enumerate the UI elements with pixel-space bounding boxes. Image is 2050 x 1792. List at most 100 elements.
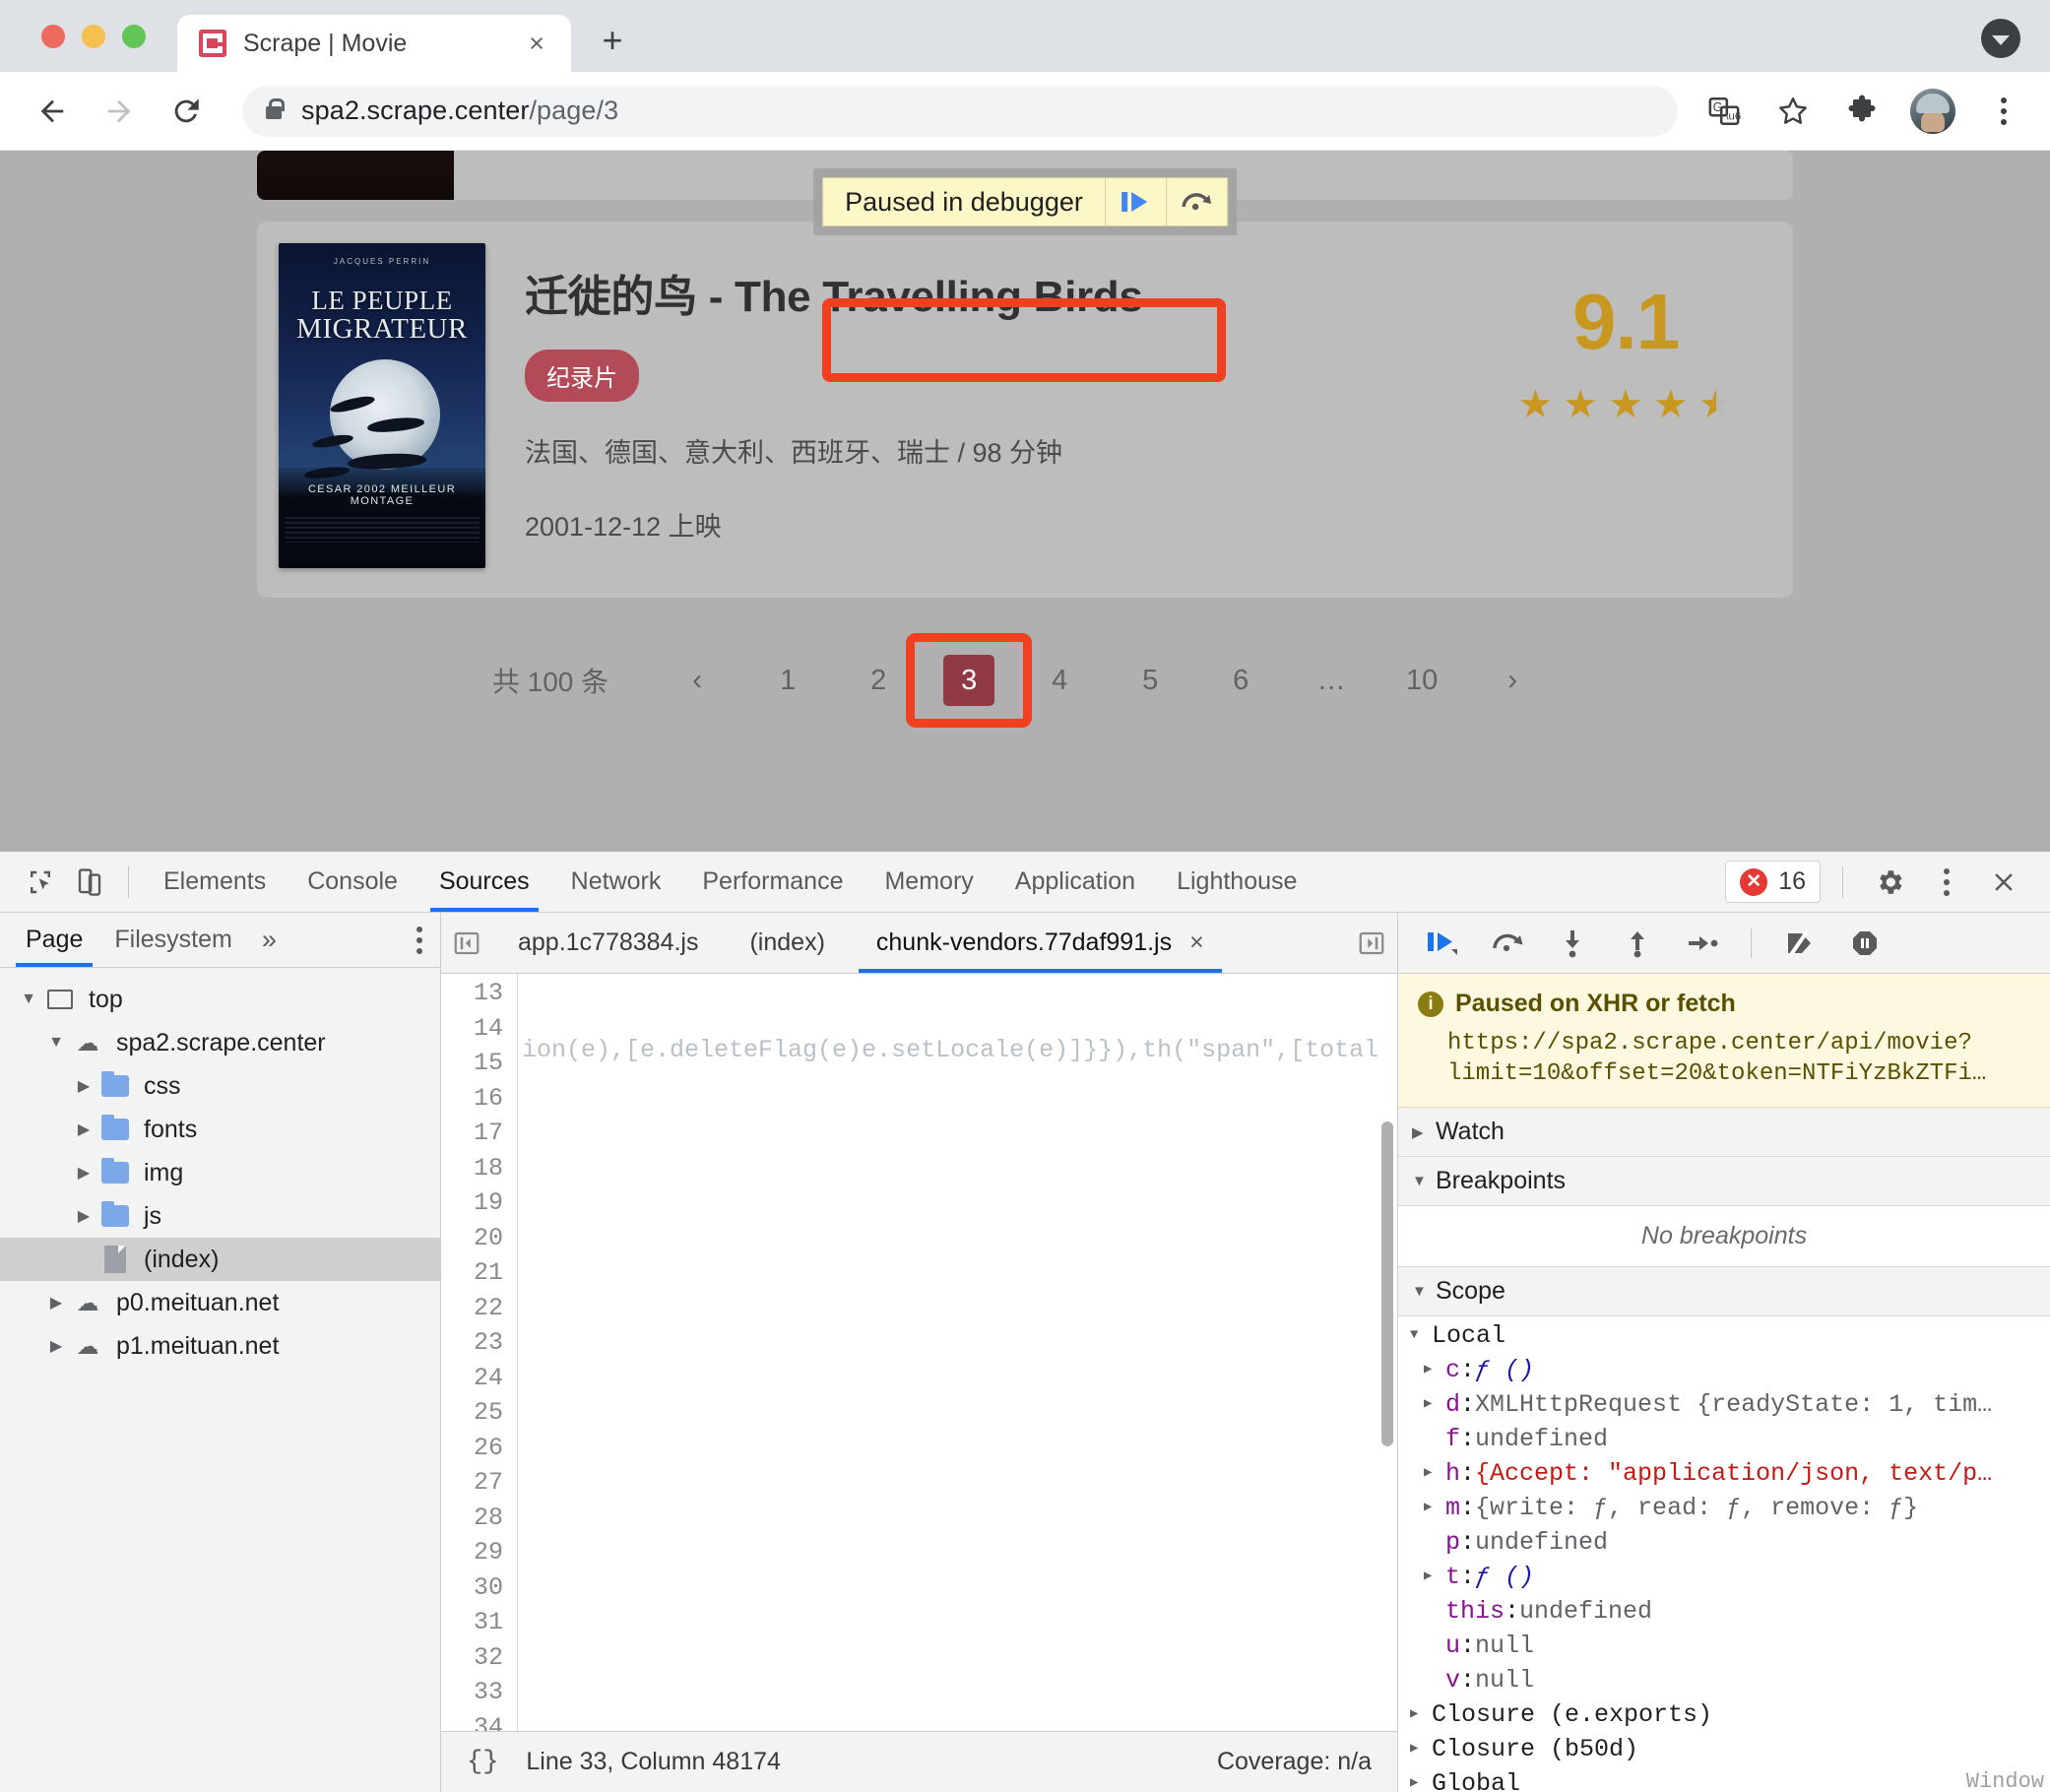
error-count-badge[interactable]: ✕ 16 [1725,861,1821,903]
scope-global[interactable]: ▶ Global Window [1398,1766,2050,1792]
bookmark-star-icon[interactable] [1772,91,1814,132]
scope-variable-d[interactable]: ▶ d: XMLHttpRequest {readyState: 1, tim… [1398,1387,2050,1422]
pagination-page-10[interactable]: 10 [1396,655,1447,706]
browser-tab[interactable]: Scrape | Movie × [177,15,571,72]
editor-body[interactable]: 13 14 15 16 17 18 19 20 21 22 23 24 25 2… [441,974,1397,1731]
scope-local-header[interactable]: ▼ Local [1398,1318,2050,1353]
scope-variable-this[interactable]: this: undefined [1398,1594,2050,1629]
gear-icon[interactable] [1865,860,1914,905]
extensions-puzzle-icon[interactable] [1841,91,1883,132]
pagination-next[interactable]: › [1487,655,1538,706]
close-icon[interactable]: × [520,27,553,60]
more-options-icon[interactable] [1922,860,1971,905]
caret-icon[interactable]: ▶ [71,1163,96,1183]
navigator-tab-page[interactable]: Page [10,913,98,967]
device-toolbar-icon[interactable] [65,860,114,905]
tree-item-img[interactable]: ▶ img [0,1151,440,1194]
translate-icon[interactable]: G\u6587 [1703,91,1745,132]
tab-lighthouse[interactable]: Lighthouse [1156,852,1317,912]
caret-icon[interactable]: ▶ [1424,1387,1445,1422]
caret-icon[interactable]: ▼ [1410,1318,1432,1353]
scope-variable-u[interactable]: u: null [1398,1629,2050,1663]
caret-icon[interactable]: ▶ [43,1336,69,1356]
scope-variable-p[interactable]: p: undefined [1398,1525,2050,1560]
scope-variable-f[interactable]: f: undefined [1398,1422,2050,1456]
caret-icon[interactable]: ▶ [71,1206,96,1226]
pretty-print-icon[interactable]: {} [467,1748,498,1777]
step-into-icon[interactable] [1550,921,1595,966]
scope-variable-h[interactable]: ▶ h: {Accept: "application/json, text/p… [1398,1456,2050,1491]
caret-icon[interactable]: ▶ [1424,1456,1445,1491]
breakpoints-section-header[interactable]: ▼ Breakpoints [1398,1157,2050,1207]
editor-tab-index[interactable]: (index) [724,913,850,973]
caret-icon[interactable]: ▶ [1424,1491,1445,1525]
scope-closure-e-exports[interactable]: ▶ Closure (e.exports) [1398,1697,2050,1732]
pagination-ellipsis[interactable]: … [1306,655,1357,706]
close-icon[interactable] [1979,860,2028,905]
caret-icon[interactable]: ▶ [71,1076,96,1096]
inspect-element-icon[interactable] [16,860,65,905]
deactivate-breakpoints-icon[interactable] [1777,921,1823,966]
pagination-page-4[interactable]: 4 [1034,655,1085,706]
tree-item-js[interactable]: ▶ js [0,1194,440,1238]
pagination-page-1[interactable]: 1 [762,655,813,706]
scope-section-header[interactable]: ▼ Scope [1398,1267,2050,1317]
pagination-prev[interactable]: ‹ [672,655,723,706]
editor-tab-app-js[interactable]: app.1c778384.js [492,913,724,973]
forward-button[interactable] [93,85,146,138]
step-over-icon[interactable] [1165,177,1227,226]
resume-icon[interactable] [1420,921,1465,966]
tab-memory[interactable]: Memory [864,852,993,912]
scope-variable-v[interactable]: v: null [1398,1663,2050,1697]
tree-item-index[interactable]: (index) [0,1238,440,1281]
tree-item-p1-meituan-net[interactable]: ▶ ☁ p1.meituan.net [0,1324,440,1368]
close-icon[interactable]: × [1189,928,1204,957]
caret-icon[interactable]: ▼ [43,1034,69,1052]
tab-console[interactable]: Console [287,852,418,912]
new-tab-button[interactable]: + [593,20,632,60]
movie-tag[interactable]: 纪录片 [525,350,639,402]
close-window-button[interactable] [41,25,65,48]
pagination-page-5[interactable]: 5 [1124,655,1176,706]
caret-icon[interactable]: ▶ [43,1293,69,1312]
address-bar[interactable]: spa2.scrape.center/page/3 [242,85,1678,137]
resume-icon[interactable] [1104,177,1166,226]
caret-icon[interactable]: ▶ [1424,1353,1445,1387]
caret-icon[interactable]: ▶ [1424,1560,1445,1594]
code-content[interactable]: ion(e),[e.deleteFlag(e)e.setLocale(e)]}}… [518,974,1397,1731]
scroll-tabs-left-icon[interactable] [441,913,492,973]
caret-icon[interactable]: ▶ [1410,1732,1432,1766]
minimize-window-button[interactable] [82,25,105,48]
browser-menu-icon[interactable] [1983,91,2024,132]
watch-section-header[interactable]: ▶ Watch [1398,1108,2050,1158]
pause-on-exceptions-icon[interactable] [1842,921,1888,966]
navigator-tab-filesystem[interactable]: Filesystem [98,913,247,967]
back-button[interactable] [26,85,79,138]
scope-closure-b50d[interactable]: ▶ Closure (b50d) [1398,1732,2050,1766]
caret-icon[interactable]: ▶ [1410,1697,1432,1732]
navigator-more-tabs-icon[interactable]: » [248,925,290,955]
step-out-icon[interactable] [1615,921,1660,966]
tree-item-top[interactable]: ▼ top [0,978,440,1021]
scope-variable-c[interactable]: ▶ c: ƒ () [1398,1353,2050,1387]
scope-variable-m[interactable]: ▶ m: {write: ƒ, read: ƒ, remove: ƒ} [1398,1491,2050,1525]
tree-item-spa2-scrape-center[interactable]: ▼ ☁ spa2.scrape.center [0,1021,440,1064]
caret-icon[interactable]: ▶ [1410,1766,1432,1792]
reload-button[interactable] [160,85,213,138]
navigator-more-options-icon[interactable] [416,926,440,954]
pagination-page-3[interactable]: 3 [943,655,995,706]
scope-variable-t[interactable]: ▶ t: ƒ () [1398,1560,2050,1594]
step-icon[interactable] [1680,921,1725,966]
pagination-page-6[interactable]: 6 [1215,655,1266,706]
maximize-window-button[interactable] [122,25,146,48]
caret-icon[interactable]: ▼ [1412,1283,1436,1300]
step-over-icon[interactable] [1485,921,1530,966]
caret-icon[interactable]: ▼ [16,991,41,1008]
tree-item-fonts[interactable]: ▶ fonts [0,1108,440,1151]
tab-network[interactable]: Network [550,852,682,912]
tab-performance[interactable]: Performance [681,852,864,912]
caret-icon[interactable]: ▼ [1412,1173,1436,1189]
scroll-tabs-right-icon[interactable] [1346,913,1397,973]
pagination-page-2[interactable]: 2 [853,655,904,706]
tab-elements[interactable]: Elements [143,852,287,912]
